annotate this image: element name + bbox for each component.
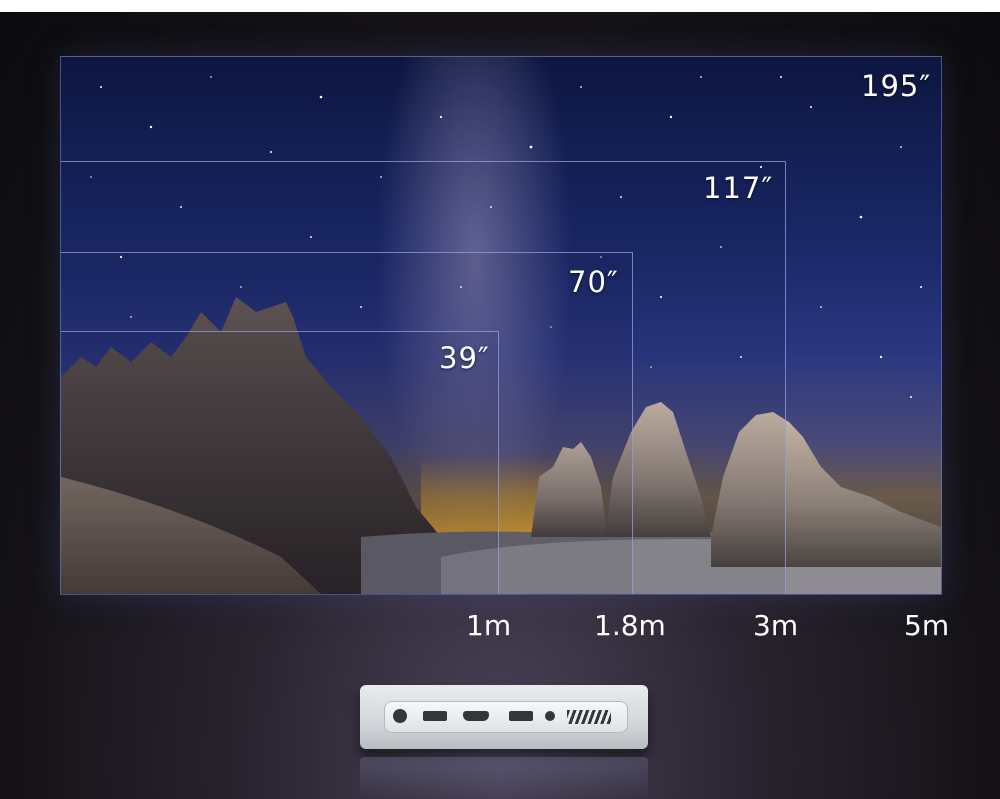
size-label-70: 70″ [568, 265, 619, 299]
projection-screen: 195″ 117″ 70″ 39″ [60, 56, 942, 595]
projector-reflection [360, 757, 648, 799]
mini-projector [360, 685, 648, 755]
hdmi-port-icon [463, 711, 489, 721]
distance-1m: 1m [466, 609, 512, 642]
projector-foot [606, 749, 628, 755]
size-label-117: 117″ [703, 171, 774, 205]
usb-port-icon [509, 711, 533, 721]
size-label-39: 39″ [439, 341, 490, 375]
frame-39in [61, 331, 499, 594]
io-panel [384, 701, 628, 733]
projector-foot [378, 749, 400, 755]
size-label-195: 195″ [861, 69, 932, 103]
power-port-icon [393, 709, 407, 723]
distance-5m: 5m [904, 609, 950, 642]
top-strip [0, 0, 1000, 12]
vent-icon [567, 710, 611, 724]
distance-3m: 3m [753, 609, 799, 642]
usb-port-icon [423, 711, 447, 721]
audio-jack-icon [545, 711, 555, 721]
distance-1-8m: 1.8m [594, 609, 666, 642]
